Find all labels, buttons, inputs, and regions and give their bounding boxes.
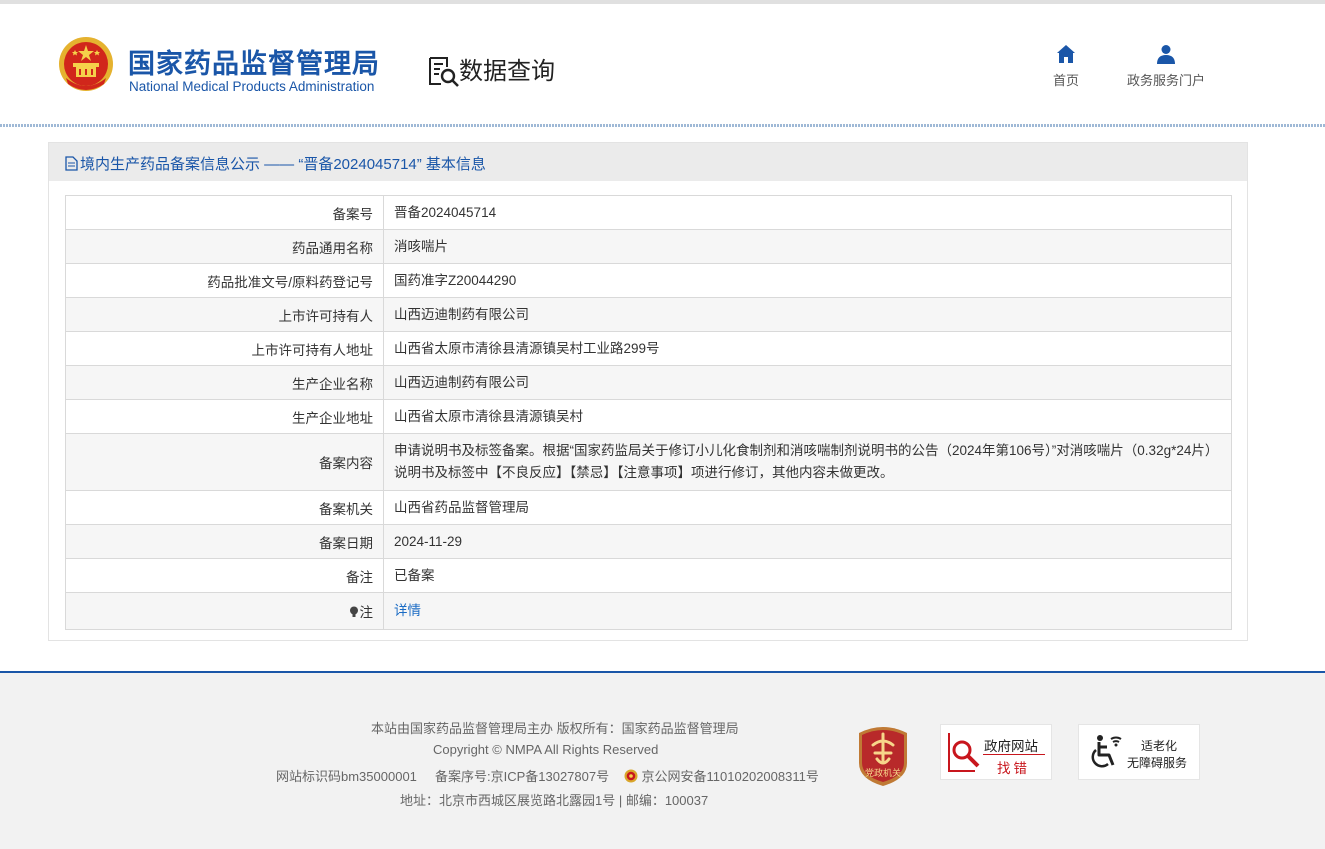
details-link[interactable]: 详情: [394, 603, 421, 618]
police-record-link[interactable]: 京公网安备11010202008311号: [642, 769, 819, 784]
accessibility-badge-line2: 无障碍服务: [1127, 756, 1188, 770]
table-row: 药品批准文号/原料药登记号 国药准字Z20044290: [65, 263, 1232, 298]
note-label-cell: 注: [65, 592, 384, 630]
field-label: 生产企业名称: [65, 365, 384, 400]
site-footer: 本站由国家药品监督管理局主办 版权所有：国家药品监督管理局 Copyright …: [0, 671, 1325, 849]
police-badge-icon: [624, 769, 638, 783]
header-divider: [0, 124, 1325, 127]
table-row: 药品通用名称 消咳喘片: [65, 229, 1232, 264]
accessibility-service-badge[interactable]: 适老化 无障碍服务: [1078, 724, 1200, 780]
record-info-table: 备案号 晋备2024045714 药品通用名称 消咳喘片 药品批准文号/原料药登…: [65, 195, 1232, 630]
magnifier-icon: [948, 733, 980, 772]
field-label: 上市许可持有人: [65, 297, 384, 332]
table-row: 备案机关 山西省药品监督管理局: [65, 490, 1232, 525]
footer-sponsor: 本站由国家药品监督管理局主办 版权所有：国家药品监督管理局: [371, 721, 739, 736]
user-icon: [1157, 45, 1175, 64]
home-icon: [1057, 45, 1075, 63]
table-row: 生产企业地址 山西省太原市清徐县清源镇吴村: [65, 399, 1232, 434]
field-label: 药品通用名称: [65, 229, 384, 264]
error-badge-divider: [983, 754, 1045, 755]
nav-home-label: 首页: [1052, 73, 1079, 88]
section-title: 数据查询: [459, 58, 555, 85]
panel-title: 境内生产药品备案信息公示 —— “晋备2024045714” 基本信息: [65, 153, 486, 174]
table-row: 备案内容 申请说明书及标签备案。根据“国家药监局关于修订小儿化食制剂和消咳喘制剂…: [65, 433, 1232, 491]
error-badge-line1: 政府网站: [984, 739, 1038, 754]
table-row: 备案号 晋备2024045714: [65, 195, 1232, 230]
footer-registration: 网站标识码bm35000001 备案序号:京ICP备13027807号 京公网安…: [276, 766, 819, 785]
nav-service-portal-label: 政务服务门户: [1126, 73, 1205, 88]
field-label: 药品批准文号/原料药登记号: [65, 263, 384, 298]
field-label: 备案机关: [65, 490, 384, 525]
icp-link[interactable]: 备案序号:京ICP备13027807号: [435, 769, 609, 784]
national-emblem-icon[interactable]: [58, 36, 114, 94]
field-value: 消咳喘片: [383, 229, 1232, 264]
panel-header: 境内生产药品备案信息公示 —— “晋备2024045714” 基本信息: [49, 143, 1247, 181]
field-label: 备案内容: [65, 433, 384, 491]
table-row: 生产企业名称 山西迈迪制药有限公司: [65, 365, 1232, 400]
table-row: 备注 已备案: [65, 558, 1232, 593]
footer-copyright: Copyright © NMPA All Rights Reserved: [433, 742, 659, 757]
table-row: 注 详情: [65, 592, 1232, 630]
field-label: 备注: [65, 558, 384, 593]
field-value: 山西迈迪制药有限公司: [383, 365, 1232, 400]
bulb-icon: [349, 606, 358, 617]
gov-site-error-report-badge[interactable]: 政府网站 找错: [940, 724, 1052, 780]
field-value: 申请说明书及标签备案。根据“国家药监局关于修订小儿化食制剂和消咳喘制剂说明书的公…: [383, 433, 1232, 491]
panel-title-text: 境内生产药品备案信息公示 —— “晋备2024045714” 基本信息: [80, 156, 486, 173]
brand-english-name[interactable]: National Medical Products Administration: [129, 79, 374, 94]
field-value: 山西省太原市清徐县清源镇吴村工业路299号: [383, 331, 1232, 366]
accessibility-badge-line1: 适老化: [1141, 739, 1178, 753]
nav-service-portal[interactable]: 政务服务门户: [1118, 44, 1214, 89]
field-value: 山西迈迪制药有限公司: [383, 297, 1232, 332]
party-badge-label: 党政机关: [865, 767, 901, 779]
site-header: 国家药品监督管理局 National Medical Products Admi…: [0, 4, 1325, 122]
field-value: 山西省药品监督管理局: [383, 490, 1232, 525]
field-label: 备案日期: [65, 524, 384, 559]
brand-chinese-name[interactable]: 国家药品监督管理局: [128, 42, 380, 81]
data-query-icon: [429, 57, 459, 87]
field-value: 国药准字Z20044290: [383, 263, 1232, 298]
field-value-cell: 详情: [383, 592, 1232, 630]
table-row: 上市许可持有人地址 山西省太原市清徐县清源镇吴村工业路299号: [65, 331, 1232, 366]
field-value: 已备案: [383, 558, 1232, 593]
info-panel: 境内生产药品备案信息公示 —— “晋备2024045714” 基本信息 备案号 …: [48, 142, 1248, 641]
site-id: 网站标识码bm35000001: [276, 769, 417, 784]
field-label: 备案号: [65, 195, 384, 230]
party-government-badge-icon[interactable]: 党政机关: [855, 723, 911, 787]
field-value: 山西省太原市清徐县清源镇吴村: [383, 399, 1232, 434]
nav-home[interactable]: 首页: [1046, 44, 1086, 89]
field-value: 2024-11-29: [383, 524, 1232, 559]
accessibility-icon: [1091, 735, 1122, 768]
table-row: 备案日期 2024-11-29: [65, 524, 1232, 559]
field-label: 生产企业地址: [65, 399, 384, 434]
document-icon: [65, 156, 78, 171]
error-badge-line2: 找错: [997, 761, 1030, 776]
field-label: 注: [359, 605, 374, 620]
footer-address: 地址：北京市西城区展览路北露园1号 | 邮编：100037: [400, 793, 709, 808]
table-row: 上市许可持有人 山西迈迪制药有限公司: [65, 297, 1232, 332]
field-label: 上市许可持有人地址: [65, 331, 384, 366]
field-value: 晋备2024045714: [383, 195, 1232, 230]
